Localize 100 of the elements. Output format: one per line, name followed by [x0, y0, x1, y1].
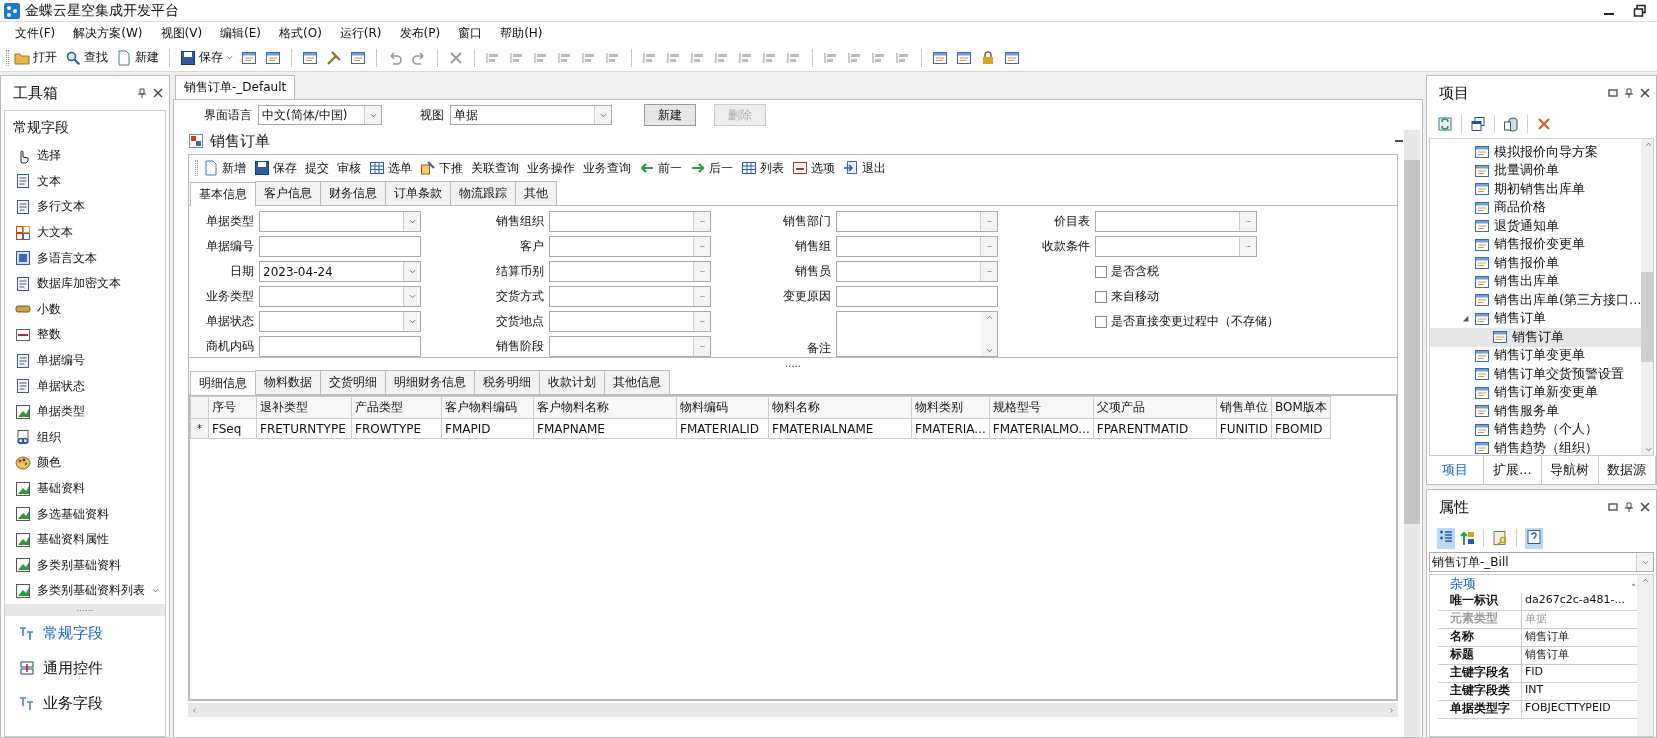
tab[interactable]: 明细财务信息 — [385, 370, 475, 394]
lookup-field[interactable] — [836, 236, 998, 257]
maximize-icon[interactable] — [1608, 88, 1618, 98]
scrollbar[interactable] — [1404, 130, 1420, 737]
menu-item[interactable]: 运行(R) — [330, 24, 391, 42]
tree-item[interactable]: 销售趋势（组织） — [1430, 439, 1642, 455]
column-header[interactable]: 物料类别 — [911, 396, 990, 419]
toolbar-button[interactable]: 审核 — [334, 159, 364, 177]
toolbox-item[interactable]: 选择 — [5, 143, 165, 169]
tree-item[interactable]: 销售订单交货预警设置 — [1430, 365, 1642, 384]
toolbox-item[interactable]: 组织 — [5, 424, 165, 451]
column-header[interactable]: 父项产品 — [1093, 396, 1217, 419]
property-value[interactable]: 销售订单 — [1522, 629, 1637, 646]
help-icon[interactable] — [1526, 528, 1542, 545]
toolbox-item[interactable]: 整数 — [5, 322, 165, 348]
menu-item[interactable]: 视图(V) — [151, 24, 212, 42]
scrollbar[interactable] — [1637, 575, 1653, 736]
dropdown-field[interactable] — [259, 311, 421, 332]
lookup-field[interactable] — [549, 311, 711, 332]
scrollbar[interactable] — [188, 703, 1398, 717]
toolbox-item[interactable]: 数据库加密文本 — [5, 270, 165, 297]
form-icon[interactable] — [241, 49, 257, 66]
tree-item[interactable]: 销售订单新变更单 — [1430, 383, 1642, 402]
toolbox-item[interactable]: 多选基础资料 — [5, 501, 165, 527]
menu-item[interactable]: 帮助(H) — [491, 24, 552, 42]
object-dropdown[interactable]: 销售订单-_Bill — [1429, 552, 1654, 572]
delete-icon[interactable] — [1536, 116, 1552, 132]
tree-item[interactable]: 销售订单 — [1430, 328, 1642, 347]
close-icon[interactable] — [153, 88, 163, 98]
column-header[interactable]: 序号 — [208, 396, 257, 419]
toolbar-button[interactable]: 选项 — [789, 159, 838, 177]
lookup-field[interactable] — [549, 261, 711, 282]
toolbox-group[interactable]: 业务字段 — [5, 685, 165, 721]
tab[interactable]: 其他信息 — [604, 370, 670, 394]
toolbox-item[interactable]: 单据编号 — [5, 347, 165, 374]
dropdown-field[interactable]: 2023-04-24 — [259, 261, 421, 282]
column-header[interactable]: 物料编码 — [676, 396, 769, 419]
column-header[interactable]: 客户物料名称 — [533, 396, 677, 419]
lookup-field[interactable] — [1095, 236, 1257, 257]
tab[interactable]: 财务信息 — [320, 181, 386, 205]
key-icon[interactable] — [1492, 530, 1508, 546]
refresh-icon[interactable] — [1437, 116, 1453, 132]
toolbox-item[interactable]: 多行文本 — [5, 194, 165, 220]
tab[interactable]: 导航树 — [1541, 456, 1599, 484]
lookup-field[interactable] — [549, 336, 711, 357]
tree-item[interactable]: 期初销售出库单 — [1430, 180, 1642, 199]
toolbox-item[interactable]: 小数 — [5, 296, 165, 323]
form-icon[interactable] — [302, 49, 318, 66]
column-header[interactable]: 产品类型 — [351, 396, 442, 419]
memo-field[interactable] — [836, 311, 998, 357]
input-field[interactable] — [836, 286, 998, 307]
tab[interactable]: 税务明细 — [474, 370, 540, 394]
toolbox-item[interactable]: 文本 — [5, 168, 165, 195]
column-header[interactable]: 客户物料编码 — [441, 396, 534, 419]
form-icon[interactable] — [350, 49, 366, 66]
toolbox-item[interactable]: 单据状态 — [5, 373, 165, 399]
tab[interactable]: 数据源 — [1598, 456, 1656, 484]
toolbar-button[interactable]: 下推 — [417, 159, 466, 177]
lookup-field[interactable] — [549, 211, 711, 232]
column-header[interactable]: 退补类型 — [256, 396, 352, 419]
menu-item[interactable]: 编辑(E) — [211, 24, 271, 42]
tree-item[interactable]: 销售出库单(第三方接口… — [1430, 291, 1642, 310]
toolbox-item[interactable]: 基础资料属性 — [5, 526, 165, 553]
property-value[interactable]: FOBJECTTYPEID — [1522, 701, 1637, 718]
form-icon[interactable] — [932, 49, 948, 66]
tree-item[interactable]: 销售服务单 — [1430, 402, 1642, 421]
column-header[interactable]: 销售单位 — [1216, 396, 1272, 419]
toolbar-button[interactable]: 选单 — [366, 159, 415, 177]
windows-icon[interactable] — [1470, 116, 1486, 132]
toolbar-button[interactable]: 提交 — [302, 159, 332, 177]
sort-icon[interactable] — [1459, 530, 1475, 546]
database-icon[interactable] — [1503, 116, 1519, 132]
pin-icon[interactable] — [1624, 502, 1634, 512]
menu-item[interactable]: 解决方案(W) — [64, 24, 152, 42]
form-icon[interactable] — [1004, 49, 1020, 66]
tab[interactable]: 扩展... — [1484, 456, 1542, 484]
tree-item[interactable]: 批量调价单 — [1430, 161, 1642, 180]
tree-item[interactable]: 销售订单 — [1430, 309, 1642, 328]
tree-item[interactable]: 销售报价变更单 — [1430, 235, 1642, 254]
categorized-icon[interactable] — [1438, 528, 1454, 545]
expander-icon[interactable] — [1462, 314, 1470, 323]
undo-icon[interactable] — [387, 49, 403, 66]
menu-item[interactable]: 发布(P) — [390, 24, 450, 42]
pin-icon[interactable] — [1624, 88, 1634, 98]
tools-icon[interactable] — [326, 49, 342, 66]
splitter-grip[interactable]: ...... — [76, 602, 94, 613]
view-dropdown[interactable]: 单据 — [450, 105, 612, 125]
checkbox[interactable] — [1095, 265, 1107, 278]
tab[interactable]: 交货明细 — [320, 370, 386, 394]
document-tab[interactable]: 销售订单-_Default — [175, 75, 296, 99]
tab[interactable]: 订单条款 — [385, 181, 451, 205]
checkbox[interactable] — [1095, 290, 1107, 303]
toolbar-button[interactable]: 业务操作 — [524, 159, 578, 177]
column-header[interactable]: BOM版本 — [1271, 396, 1331, 419]
category-title[interactable]: 杂项 — [1450, 575, 1630, 593]
restore-icon[interactable] — [1633, 3, 1647, 18]
tab[interactable]: 物流跟踪 — [450, 181, 516, 205]
close-icon[interactable] — [1640, 88, 1650, 98]
scrollbar[interactable] — [1641, 139, 1653, 455]
tree-item[interactable]: 退货通知单 — [1430, 217, 1642, 236]
